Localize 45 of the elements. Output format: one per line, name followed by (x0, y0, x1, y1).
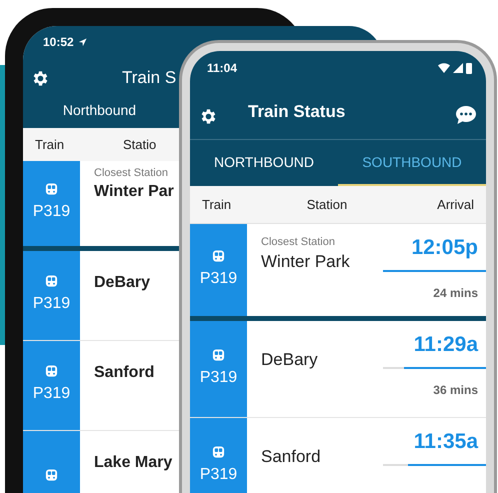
train-icon (45, 275, 58, 288)
signal-icon (453, 63, 463, 73)
station-name: DeBary (261, 349, 319, 371)
train-number: P319 (32, 202, 70, 222)
train-number: P319 (200, 368, 238, 388)
train-number: P319 (200, 268, 238, 288)
column-header: Statio (123, 136, 156, 154)
station-name: Lake Mary (94, 453, 174, 473)
wifi-icon (438, 63, 450, 73)
minutes-away: 36 mins (433, 382, 479, 399)
app-title: Train Status (248, 101, 346, 124)
location-arrow-icon (78, 38, 87, 46)
station-name: DeBary (94, 273, 152, 293)
column-header: Train (201, 196, 232, 214)
arrival-time: 12:05p (411, 236, 479, 260)
status-time: 10:52 (43, 34, 74, 51)
chat-icon[interactable] (455, 105, 477, 125)
station-name: Sanford (94, 363, 156, 383)
arrival-time: 11:29a (414, 333, 480, 357)
status-time: 11:04 (207, 60, 238, 77)
train-icon (212, 250, 225, 262)
train-icon (212, 348, 225, 362)
settings-icon[interactable] (31, 68, 50, 88)
battery-icon (466, 62, 472, 74)
settings-icon[interactable] (199, 106, 218, 126)
train-number: P319 (32, 294, 70, 314)
train-icon (45, 183, 58, 196)
column-header: Arrival (436, 196, 475, 214)
tab[interactable]: NORTHBOUND (190, 140, 338, 186)
train-number: P319 (32, 384, 70, 404)
closest-station-label: Closest Station (261, 236, 336, 249)
tab[interactable]: Northbound (23, 98, 176, 128)
column-header: Train (34, 136, 66, 154)
train-icon (212, 446, 225, 458)
closest-station-label: Closest Station (94, 167, 169, 180)
app-title: Train S (122, 67, 176, 90)
train-number: P319 (200, 464, 238, 484)
station-name: Winter Par (94, 182, 175, 202)
minutes-away: 24 mins (433, 285, 479, 302)
column-header: Station (306, 196, 348, 214)
train-icon (45, 469, 58, 482)
train-icon (45, 365, 58, 378)
station-name: Sanford (261, 446, 322, 468)
arrival-time: 11:35a (414, 430, 480, 454)
station-name: Winter Park (261, 251, 351, 273)
